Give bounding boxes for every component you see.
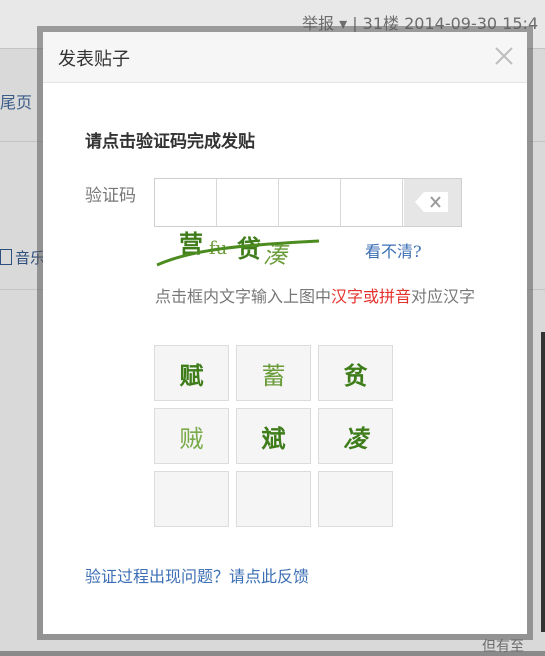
background-music-label: 音乐 — [15, 249, 46, 267]
refresh-captcha-link[interactable]: 看不清? — [365, 238, 422, 262]
background-tail-page-link: 尾页 — [0, 93, 33, 112]
delete-character-button[interactable] — [404, 179, 461, 226]
captcha-char: 贷 — [237, 234, 261, 263]
character-tile[interactable]: 贫 — [318, 345, 393, 401]
character-tile-label: 凌 — [343, 423, 368, 453]
close-button[interactable] — [492, 44, 516, 68]
captcha-input[interactable] — [154, 178, 462, 227]
character-tile-label: 斌 — [261, 423, 286, 453]
captcha-input-slot[interactable] — [279, 179, 341, 226]
background-report-line: 举报 ▾ | 31楼 2014-09-30 15:4 — [302, 14, 539, 33]
dialog-header: 发表贴子 — [43, 32, 527, 83]
character-tile[interactable]: 凌 — [318, 408, 393, 464]
captcha-input-slot[interactable] — [217, 179, 279, 226]
character-tile-label: 贼 — [179, 424, 204, 453]
character-tile-label: 贫 — [343, 360, 368, 390]
character-tile[interactable] — [154, 471, 229, 527]
character-tile[interactable] — [318, 471, 393, 527]
post-verification-dialog: 发表贴子 请点击验证码完成发贴 验证码 营 fu 贷 湊 看不清? 点击框内文字… — [43, 32, 527, 634]
captcha-instruction: 点击框内文字输入上图中汉字或拼音对应汉字 — [155, 282, 505, 311]
background-scroll-strip — [541, 332, 545, 632]
character-tile[interactable]: 赋 — [154, 345, 229, 401]
captcha-image: 营 fu 贷 湊 — [156, 229, 320, 269]
character-choice-grid: 赋 蓄 贫 贼 斌 凌 — [154, 345, 396, 529]
hint-text: 点击框内文字输入上图中 — [155, 287, 332, 306]
character-tile[interactable]: 蓄 — [236, 345, 311, 401]
verification-prompt: 请点击验证码完成发贴 — [85, 132, 255, 152]
character-tile-label: 蓄 — [261, 361, 286, 390]
hint-highlight: 汉字或拼音 — [331, 287, 412, 306]
background-bottom-text: 但有至 — [482, 639, 524, 655]
music-icon — [0, 249, 12, 265]
captcha-field-label: 验证码 — [85, 186, 136, 206]
character-tile[interactable]: 斌 — [236, 408, 311, 464]
character-tile-label: 赋 — [179, 360, 204, 390]
background-music-link: 音乐 — [0, 247, 45, 268]
close-icon — [495, 47, 513, 65]
feedback-link[interactable]: 验证过程出现问题？请点此反馈 — [85, 563, 309, 587]
backspace-icon — [415, 192, 448, 212]
captcha-input-slot[interactable] — [341, 179, 403, 226]
hint-text: 对应汉字 — [411, 287, 476, 306]
captcha-input-slot[interactable] — [155, 179, 217, 226]
character-tile[interactable]: 贼 — [154, 408, 229, 464]
character-tile[interactable] — [236, 471, 311, 527]
dialog-title: 发表贴子 — [58, 49, 130, 70]
